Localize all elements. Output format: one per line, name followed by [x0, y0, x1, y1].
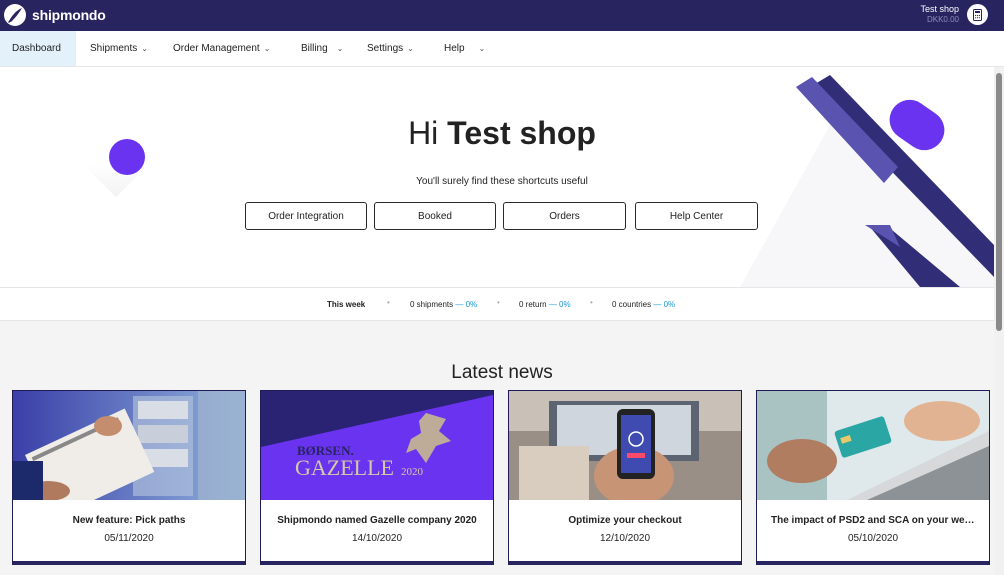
credit-card-laptop-image	[757, 391, 989, 500]
stat-change-value: 0%	[559, 300, 571, 309]
shortcut-order-integration-button[interactable]: Order Integration	[245, 202, 367, 230]
gazelle-award-image: BØRSEN. GAZELLE 2020	[261, 391, 493, 500]
scrollbar-thumb[interactable]	[996, 73, 1002, 331]
news-date: 05/11/2020	[104, 533, 154, 544]
top-bar: shipmondo Test shop DKK0.00	[0, 0, 1004, 31]
stat-change-value: 0%	[465, 300, 478, 309]
news-card-psd2[interactable]: The impact of PSD2 and SCA on your web..…	[756, 390, 990, 565]
banner-year: 2020	[401, 466, 424, 478]
news-title: Optimize your checkout	[568, 515, 682, 526]
shortcuts-subtitle: You'll surely find these shortcuts usefu…	[416, 176, 588, 187]
chevron-down-icon: ⌄	[407, 44, 414, 53]
nav-shipments[interactable]: Shipments ⌄	[90, 31, 148, 66]
shop-name: Test shop	[447, 115, 596, 151]
greeting-heading: Hi Test shop	[0, 115, 994, 152]
nav-billing[interactable]: Billing ⌄	[301, 31, 343, 66]
stat-value: 0 shipments	[410, 300, 454, 309]
logo-text: shipmondo	[32, 7, 106, 23]
nav-label: Help	[444, 43, 465, 54]
stats-period-label: This week	[327, 300, 366, 309]
stat-change: — 0%	[455, 300, 478, 309]
banner-word: GAZELLE	[295, 455, 394, 480]
nav-order-management[interactable]: Order Management ⌄	[173, 31, 270, 66]
shortcut-booked-button[interactable]: Booked	[374, 202, 496, 230]
stat-shipments: 0 shipments — 0%	[410, 300, 477, 309]
stat-change: — 0%	[653, 300, 676, 309]
account-menu[interactable]: Test shop DKK0.00	[920, 4, 959, 25]
nav-label: Order Management	[173, 43, 260, 54]
news-date: 05/10/2020	[847, 533, 899, 544]
news-card-pick-paths[interactable]: New feature: Pick paths 05/11/2020	[12, 390, 246, 565]
shortcut-orders-button[interactable]: Orders	[503, 202, 626, 230]
page-scrollbar[interactable]	[994, 67, 1004, 575]
logo[interactable]: shipmondo	[4, 4, 106, 26]
nav-label: Billing	[301, 43, 328, 54]
greeting-word: Hi	[408, 115, 439, 151]
chevron-down-icon: ⌄	[141, 44, 148, 53]
chevron-down-icon: ⌄	[336, 44, 344, 53]
chevron-down-icon: ⌄	[263, 44, 271, 53]
stat-value: 0 countries	[612, 300, 652, 309]
separator-dot: •	[387, 298, 390, 307]
shortcut-help-center-button[interactable]: Help Center	[635, 202, 758, 230]
main-nav: Dashboard Shipments ⌄ Order Management ⌄ B…	[0, 31, 1004, 67]
news-title: New feature: Pick paths	[72, 515, 186, 526]
phone-checkout-image	[509, 391, 741, 500]
latest-news-heading: Latest news	[451, 362, 553, 383]
stat-countries: 0 countries — 0%	[612, 300, 675, 309]
nav-label: Dashboard	[12, 43, 61, 54]
account-name: Test shop	[920, 4, 959, 14]
nav-dashboard[interactable]: Dashboard	[0, 31, 76, 66]
stat-change: — 0%	[548, 300, 571, 309]
account-balance: DKK0.00	[926, 15, 959, 24]
news-date: 12/10/2020	[599, 533, 651, 544]
news-date: 14/10/2020	[351, 533, 403, 544]
nav-help[interactable]: Help ⌄	[444, 31, 485, 66]
separator-dot: •	[590, 298, 593, 307]
stat-return: 0 return — 0%	[519, 300, 571, 309]
weekly-stats: This week • 0 shipments — 0% • 0 return …	[0, 287, 994, 321]
nav-label: Shipments	[90, 43, 138, 54]
calculator-icon[interactable]	[967, 4, 988, 25]
news-card-gazelle[interactable]: BØRSEN. GAZELLE 2020 Shipmondo named Gaz…	[260, 390, 494, 565]
news-card-checkout[interactable]: Optimize your checkout 12/10/2020	[508, 390, 742, 565]
nav-settings[interactable]: Settings ⌄	[367, 31, 414, 66]
separator-dot: •	[497, 298, 500, 307]
nav-label: Settings	[367, 43, 404, 54]
chevron-down-icon: ⌄	[478, 44, 486, 53]
stat-change-value: 0%	[663, 300, 676, 309]
warehouse-clipboard-image	[13, 391, 245, 500]
news-title: Shipmondo named Gazelle company 2020	[277, 515, 477, 526]
stat-value: 0 return	[519, 300, 547, 309]
shipmondo-logo-icon	[4, 4, 26, 26]
news-title: The impact of PSD2 and SCA on your web..…	[771, 515, 979, 526]
hero-section: Hi Test shop You'll surely find these sh…	[0, 67, 994, 287]
